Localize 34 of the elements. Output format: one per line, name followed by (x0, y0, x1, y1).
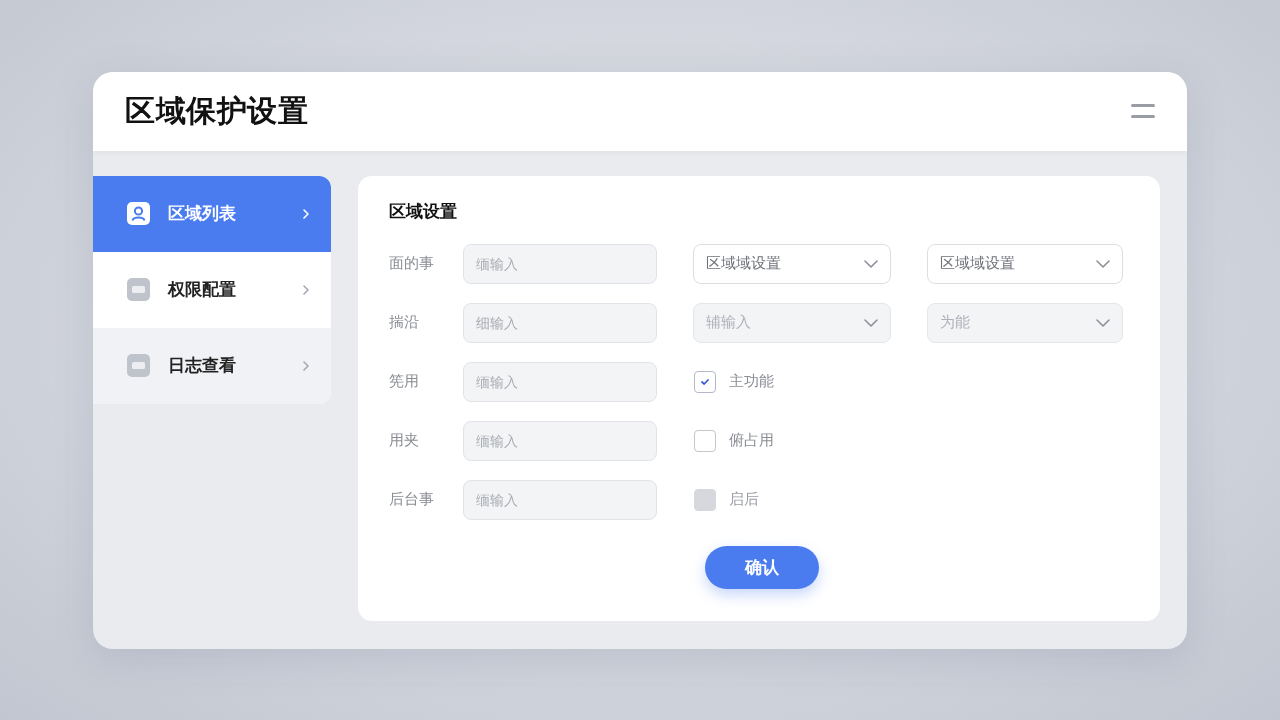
input-field[interactable]: 缅输入 (463, 479, 657, 520)
input-field[interactable]: 缅输入 (463, 243, 657, 284)
field-label: 用夹 (389, 431, 419, 450)
checkbox[interactable] (694, 429, 716, 452)
window-title: 区域保护设置 (125, 91, 308, 130)
menu-icon[interactable] (1131, 104, 1155, 118)
dropdown[interactable]: 区域域设置 (693, 243, 891, 284)
user-icon (127, 202, 150, 225)
panel-title: 区域设置 (389, 199, 457, 222)
checkbox-label: 启后 (729, 490, 759, 509)
chevron-right-icon (303, 208, 309, 219)
field-label: 筅用 (389, 372, 419, 391)
check-icon (701, 378, 709, 385)
sidebar-item[interactable]: 区域列表 (93, 175, 331, 252)
dropdown[interactable]: 区域域设置 (927, 243, 1123, 284)
caret-icon (864, 318, 878, 327)
field-label: 面的事 (389, 254, 434, 273)
input-field[interactable]: 细输入 (463, 302, 657, 343)
window-icon (127, 278, 150, 301)
input-field[interactable]: 缅输入 (463, 361, 657, 402)
chevron-right-icon (303, 360, 309, 371)
confirm-button[interactable]: 确认 (705, 545, 819, 589)
checkbox-label: 俯占用 (729, 431, 774, 450)
input-field[interactable]: 缅输入 (463, 420, 657, 461)
caret-icon (864, 259, 878, 268)
window-icon (127, 354, 150, 377)
caret-icon (1096, 259, 1110, 268)
caret-icon (1096, 318, 1110, 327)
field-label: 后台事 (389, 490, 434, 509)
checkbox-label: 主功能 (729, 372, 774, 391)
field-label: 揣沿 (389, 313, 419, 332)
sidebar-item[interactable]: 权限配置 (93, 251, 331, 328)
checkbox[interactable] (694, 370, 716, 393)
chevron-right-icon (303, 284, 309, 295)
